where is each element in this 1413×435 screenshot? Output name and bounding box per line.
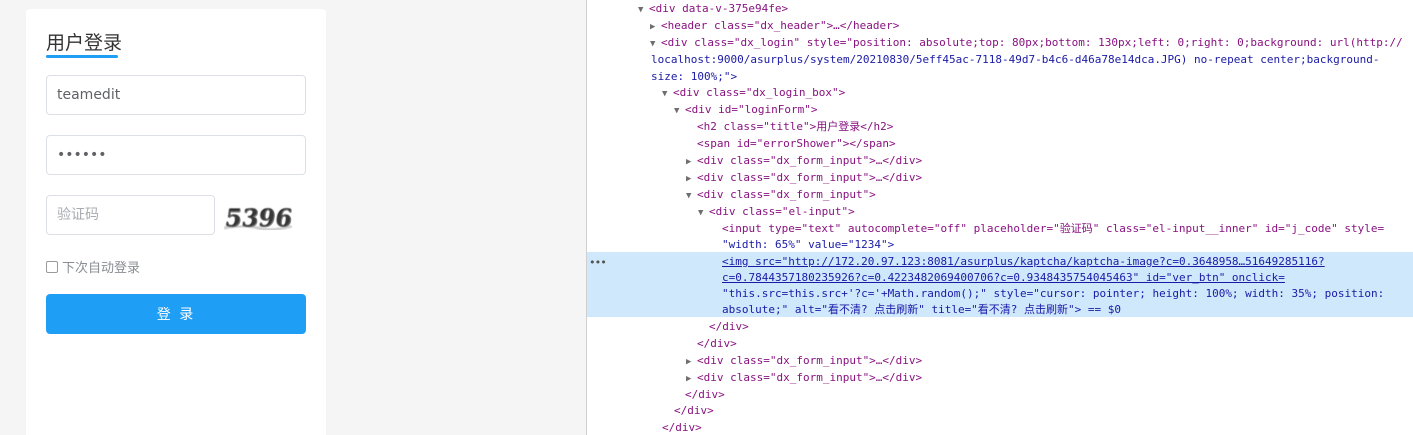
dom-line[interactable]: ▼ <div data-v-375e94fe>: [587, 0, 1413, 17]
dom-line[interactable]: </div>: [587, 386, 1413, 403]
dom-line[interactable]: <h2 class="title">用户登录</h2>: [587, 118, 1413, 135]
captcha-image[interactable]: 5396 5396: [224, 198, 292, 236]
dom-line-wrap: size: 100%;">: [651, 70, 738, 83]
dom-line[interactable]: ▼ <div class="dx_form_input">: [587, 186, 1413, 203]
devtools-elements-panel: ••• ▼ <div data-v-375e94fe> ▶ <header clas…: [587, 0, 1413, 435]
dom-line[interactable]: ▶ <div class="dx_form_input">…</div>: [587, 352, 1413, 369]
dom-line[interactable]: </div>: [587, 402, 1413, 419]
password-input[interactable]: [46, 135, 306, 175]
dom-line[interactable]: ▼ <div class="el-input">: [587, 203, 1413, 220]
captcha-text-shadow: 5396: [224, 204, 292, 233]
dom-line[interactable]: ▶ <div class="dx_form_input">…</div>: [587, 152, 1413, 169]
title-underline: [46, 55, 118, 58]
dom-line[interactable]: ▼ <div class="dx_login" style="position: …: [587, 34, 1413, 51]
login-card: 用户登录 5396 5396 下次自动登录 登 录: [26, 9, 326, 435]
login-button[interactable]: 登 录: [46, 294, 306, 334]
dom-line-wrap: "width: 65%" value="1234">: [722, 238, 895, 251]
dom-line-wrap: "this.src=this.src+'?c='+Math.random();"…: [722, 287, 1385, 300]
dom-line-wrap: localhost:9000/asurplus/system/20210830/…: [651, 53, 1380, 66]
remember-me[interactable]: 下次自动登录: [46, 257, 140, 276]
remember-label: 下次自动登录: [62, 261, 141, 276]
dom-line[interactable]: </div>: [587, 419, 1413, 435]
dom-line[interactable]: ▼ <div id="loginForm">: [587, 101, 1413, 118]
dom-line[interactable]: <input type="text" autocomplete="off" pl…: [587, 220, 1413, 237]
dom-line[interactable]: ▼ <div class="dx_login_box">: [587, 84, 1413, 101]
dom-line[interactable]: </div>: [587, 335, 1413, 352]
dom-line[interactable]: ▶ <div class="dx_form_input">…</div>: [587, 169, 1413, 186]
dom-line[interactable]: ▶ <header class="dx_header">…</header>: [587, 17, 1413, 34]
dom-line[interactable]: ▶ <div class="dx_form_input">…</div>: [587, 369, 1413, 386]
login-page: 用户登录 5396 5396 下次自动登录 登 录: [0, 0, 587, 435]
remember-checkbox[interactable]: [46, 260, 58, 273]
dom-line-selected[interactable]: <img src="http://172.20.97.123:8081/asur…: [587, 253, 1413, 270]
captcha-input[interactable]: [46, 195, 215, 235]
dom-line-wrap: absolute;" alt="看不清? 点击刷新" title="看不清? 点…: [722, 303, 1122, 316]
login-title: 用户登录: [46, 32, 123, 54]
dom-line[interactable]: <span id="errorShower"></span>: [587, 135, 1413, 152]
dom-line-wrap: c=0.7844357180235926?c=0.422348206940070…: [722, 271, 1285, 284]
dom-line[interactable]: </div>: [587, 318, 1413, 335]
username-input[interactable]: [46, 75, 306, 115]
